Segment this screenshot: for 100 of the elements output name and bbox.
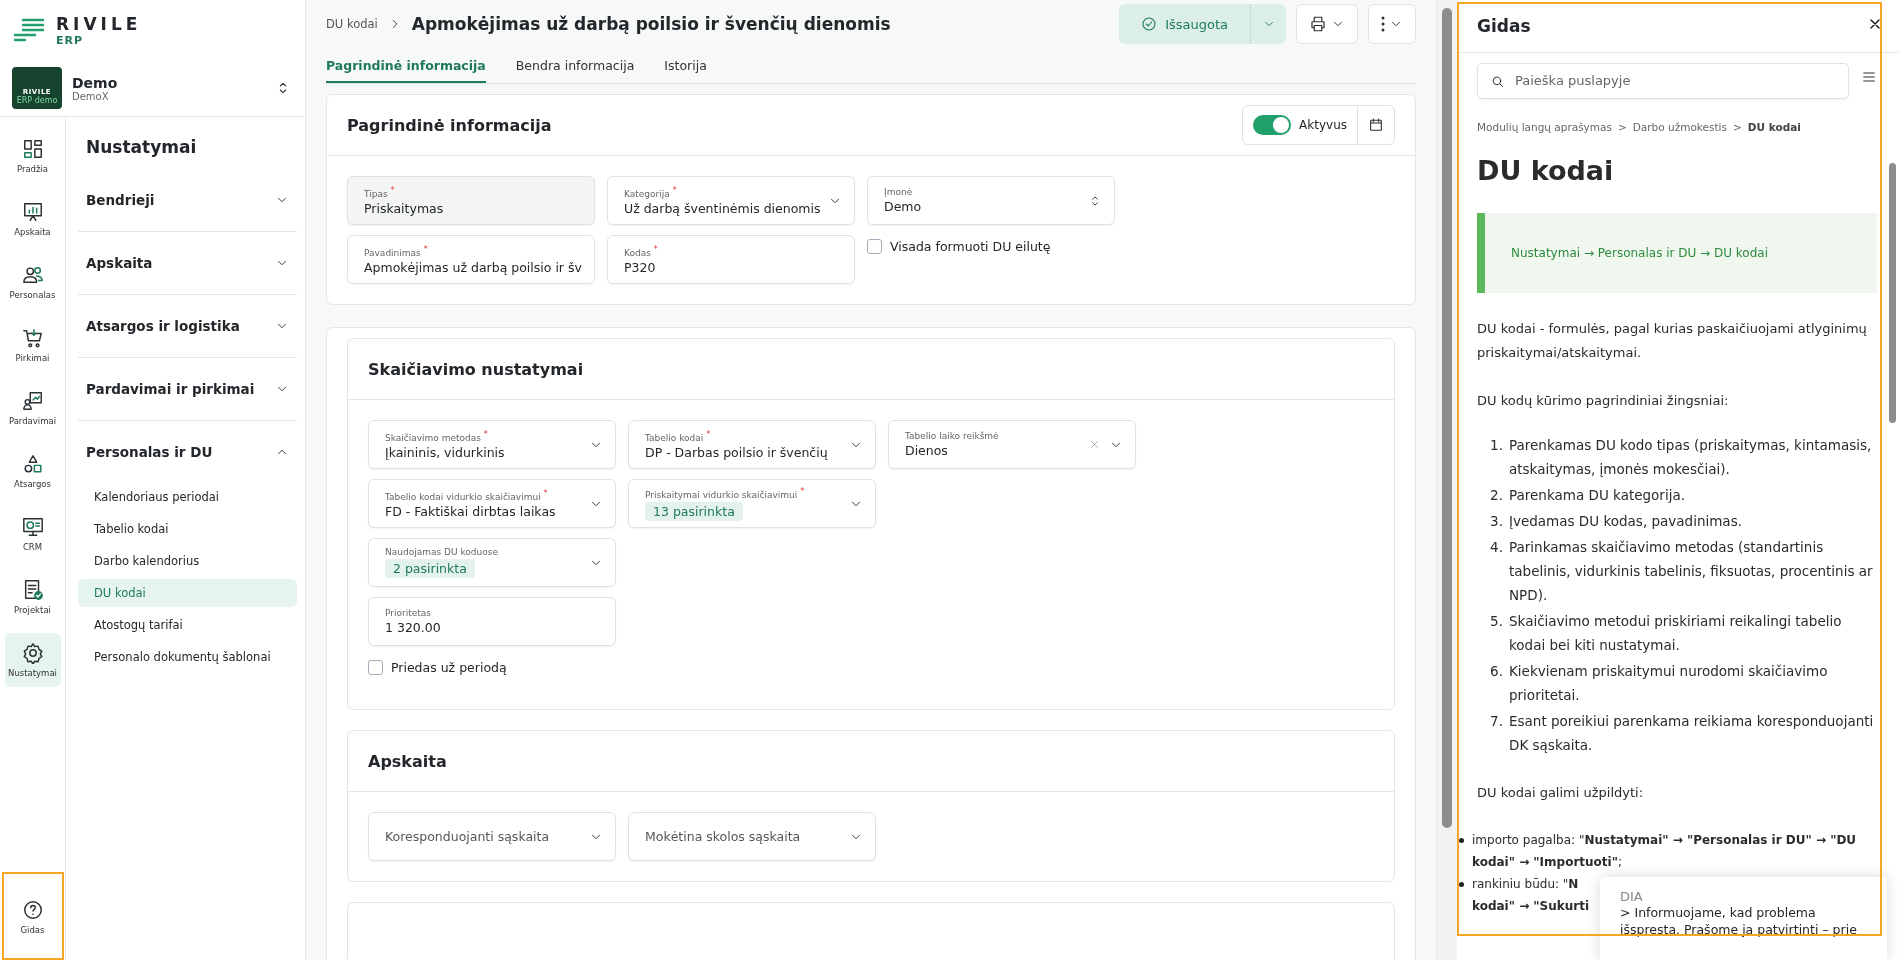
menu-icon (1861, 69, 1877, 85)
dashboard-icon (21, 138, 44, 160)
menu-item[interactable]: Atostogų tarifai (78, 611, 297, 639)
cart-icon (21, 327, 44, 349)
checkbox[interactable] (867, 239, 882, 254)
list-number: 1. (1489, 436, 1503, 455)
monitor-icon (21, 516, 44, 538)
select-field[interactable]: Tabelio kodai vidurkio skaičiavimui $^{*}$ FD - Faktiškai dirbtas laikas (368, 479, 616, 528)
menu-item[interactable]: Personalo dokumentų šablonai (78, 643, 297, 671)
list-item: Parenkamas DU kodo tipas (priskaitymas, kintamasis, atskaitymas, įmonės mokesčiai). (1509, 436, 1873, 479)
nav-item[interactable]: Personalas (4, 255, 61, 309)
input-field[interactable]: Pavadinimas $^{*}$ Apmokėjimas už darbą poilsio ir šv (347, 235, 595, 284)
input-field[interactable]: Prioritetas 1 320.00 (368, 597, 616, 646)
tab[interactable]: Istorija (664, 54, 707, 83)
list-number: 2. (1489, 486, 1503, 505)
breadcrumb-link[interactable]: Modulių langų aprašymas (1477, 115, 1612, 139)
select-field[interactable]: Mokėtina skolos sąskaita (628, 812, 876, 861)
select-field[interactable]: Priskaitymai vidurkio skaičiavimui $^{*}$ 13 pasirinkta (628, 479, 876, 528)
clear-icon (1088, 438, 1101, 451)
menu-group[interactable]: Personalas ir DU (78, 421, 297, 483)
list-item: Parenkama DU kategorija. (1509, 486, 1685, 505)
nav-item[interactable]: Pradžia (4, 129, 61, 183)
list-item: Parinkamas skaičiavimo metodas (standartinis tabelinis, vidurkinis tabelinis, fiksuotas, procentinis ar NPD). (1509, 538, 1874, 605)
company-code: DemoX (72, 90, 110, 102)
select-field[interactable]: Koresponduojanti sąskaita (368, 812, 616, 861)
calendar-icon (1368, 117, 1384, 133)
menu-group[interactable]: Pardavimai ir pirkimai (78, 358, 297, 420)
paragraph: DU kodai - formulės, pagal kurias paskaičiuojami atlyginimų priskaitymai/atskaitymai. (1477, 320, 1868, 362)
scrollbar[interactable] (1442, 8, 1452, 828)
nav-item[interactable]: Pirkimai (4, 318, 61, 372)
select-field[interactable]: Tabelio laiko reikšmė Dienos (888, 420, 1136, 469)
chat-sender: DIA (1620, 889, 1644, 904)
chat-message-line: > Informuojame, kad problema (1620, 904, 1817, 921)
tab[interactable]: Pagrindinė informacija (326, 54, 486, 83)
menu-group[interactable]: Bendrieji (78, 169, 297, 231)
scrollbar[interactable] (1889, 163, 1896, 423)
list-item: kodai" → "Sukurti (1472, 898, 1590, 915)
printer-icon (1309, 15, 1327, 33)
nav-item[interactable]: Apskaita (4, 192, 61, 246)
menu-item[interactable]: Darbo kalendorius (78, 547, 297, 575)
list-item: rankiniu būdu: "N (1472, 876, 1580, 893)
list-number: 3. (1489, 512, 1503, 531)
menu-group[interactable]: Apskaita (78, 232, 297, 294)
tab[interactable]: Bendra informacija (515, 54, 635, 83)
nav-item[interactable]: Nustatymai (4, 633, 61, 687)
toggle-switch[interactable] (1253, 115, 1292, 135)
print-button[interactable] (1296, 4, 1358, 44)
search-field[interactable]: Paieška puslapyje (1477, 63, 1849, 99)
checkbox[interactable] (368, 660, 383, 675)
breadcrumb-separator: > (1733, 120, 1742, 135)
select-field[interactable]: Kategorija $^{*}$ Už darbą šventinėmis dienomis (607, 176, 855, 225)
breadcrumb-link[interactable]: DU kodai (1747, 115, 1801, 139)
breadcrumb-separator: > (1617, 120, 1627, 135)
check-circle-icon (1141, 16, 1158, 32)
menu-item[interactable]: Tabelio kodai (78, 515, 297, 543)
list-item: Esant poreikiui parenkama reikiama koresponduojanti DK sąskaita. (1509, 712, 1875, 755)
list-number: 6. (1489, 662, 1503, 681)
section-title: Pagrindinė informacija (347, 115, 552, 135)
nav-item[interactable]: Projektai (4, 570, 61, 624)
breadcrumb-link[interactable]: Darbo užmokestis (1632, 115, 1727, 139)
section-title: Apskaita (368, 751, 447, 771)
gear-icon (21, 642, 44, 664)
help-item[interactable]: Gidas (4, 890, 61, 944)
bullet-icon (1459, 882, 1464, 887)
breadcrumb-link[interactable]: DU kodai (326, 17, 378, 31)
people-icon (21, 264, 44, 286)
input-field[interactable]: Tipas $^{*}$ Priskaitymas (347, 176, 595, 225)
menu-item[interactable]: DU kodai (78, 579, 297, 607)
menu-group[interactable]: Atsargos ir logistika (78, 295, 297, 357)
checkbox-label: Priedas už periodą (391, 660, 507, 675)
nav-item[interactable]: Atsargos (4, 444, 61, 498)
list-number: 7. (1489, 712, 1503, 731)
kebab-icon (1381, 16, 1385, 32)
list-number: 5. (1489, 612, 1503, 631)
select-field[interactable]: Skaičiavimo metodas $^{*}$ Įkaininis, vidurkinis (368, 420, 616, 469)
nav-item[interactable]: CRM (4, 507, 61, 561)
select-field[interactable]: Naudojamas DU koduose 2 pasirinkta (368, 538, 616, 587)
list-item: importo pagalba: "Nustatymai" → "Personalas ir DU" → "DU kodai" → "Importuoti"; (1472, 832, 1858, 871)
article-title: DU kodai (1477, 154, 1615, 188)
list-number: 4. (1489, 538, 1503, 557)
select-field[interactable]: Tabelio kodai $^{*}$ DP - Darbas poilsio ir švenčių (628, 420, 876, 469)
person-chart-icon (21, 390, 44, 412)
input-field[interactable]: Kodas $^{*}$ P320 (607, 235, 855, 284)
list-item: Kiekvienam priskaitymui nurodomi skaičiavimo prioritetai. (1509, 662, 1829, 705)
nav-item[interactable]: Pardavimai (4, 381, 61, 435)
toggle-label: Aktyvus (1299, 118, 1348, 132)
paragraph: DU kodai galimi užpildyti: (1477, 784, 1645, 802)
input-field[interactable]: Įmonė Demo (867, 176, 1115, 225)
menu-title: Nustatymai (85, 137, 198, 159)
paragraph: DU kodų kūrimo pagrindiniai žingsniai: (1477, 392, 1730, 410)
brand-name: RIVILE (56, 13, 142, 34)
company-name: Demo (72, 74, 119, 91)
panel-title: Gidas (1477, 16, 1531, 36)
bullet-icon (1459, 838, 1464, 843)
more-button[interactable] (1368, 4, 1416, 44)
brand-subtitle: ERP (56, 33, 85, 47)
list-item: Įvedamas DU kodas, pavadinimas. (1509, 512, 1742, 531)
help-icon (21, 899, 44, 921)
menu-item[interactable]: Kalendoriaus periodai (78, 483, 297, 511)
chart-board-icon (21, 201, 44, 223)
